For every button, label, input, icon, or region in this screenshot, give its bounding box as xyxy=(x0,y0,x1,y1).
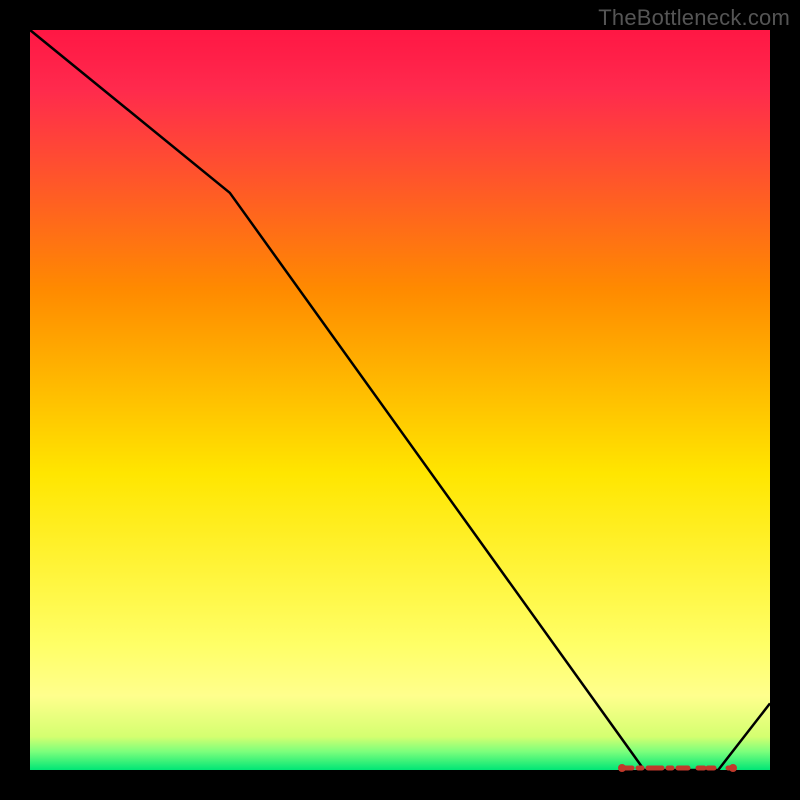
watermark-text: TheBottleneck.com xyxy=(598,5,790,31)
plot-background xyxy=(30,30,770,770)
optimum-marker-cap xyxy=(729,764,737,772)
chart-wrap: { "watermark": "TheBottleneck.com", "cha… xyxy=(0,0,800,800)
bottleneck-chart xyxy=(0,0,800,800)
optimum-marker-cap xyxy=(618,764,626,772)
